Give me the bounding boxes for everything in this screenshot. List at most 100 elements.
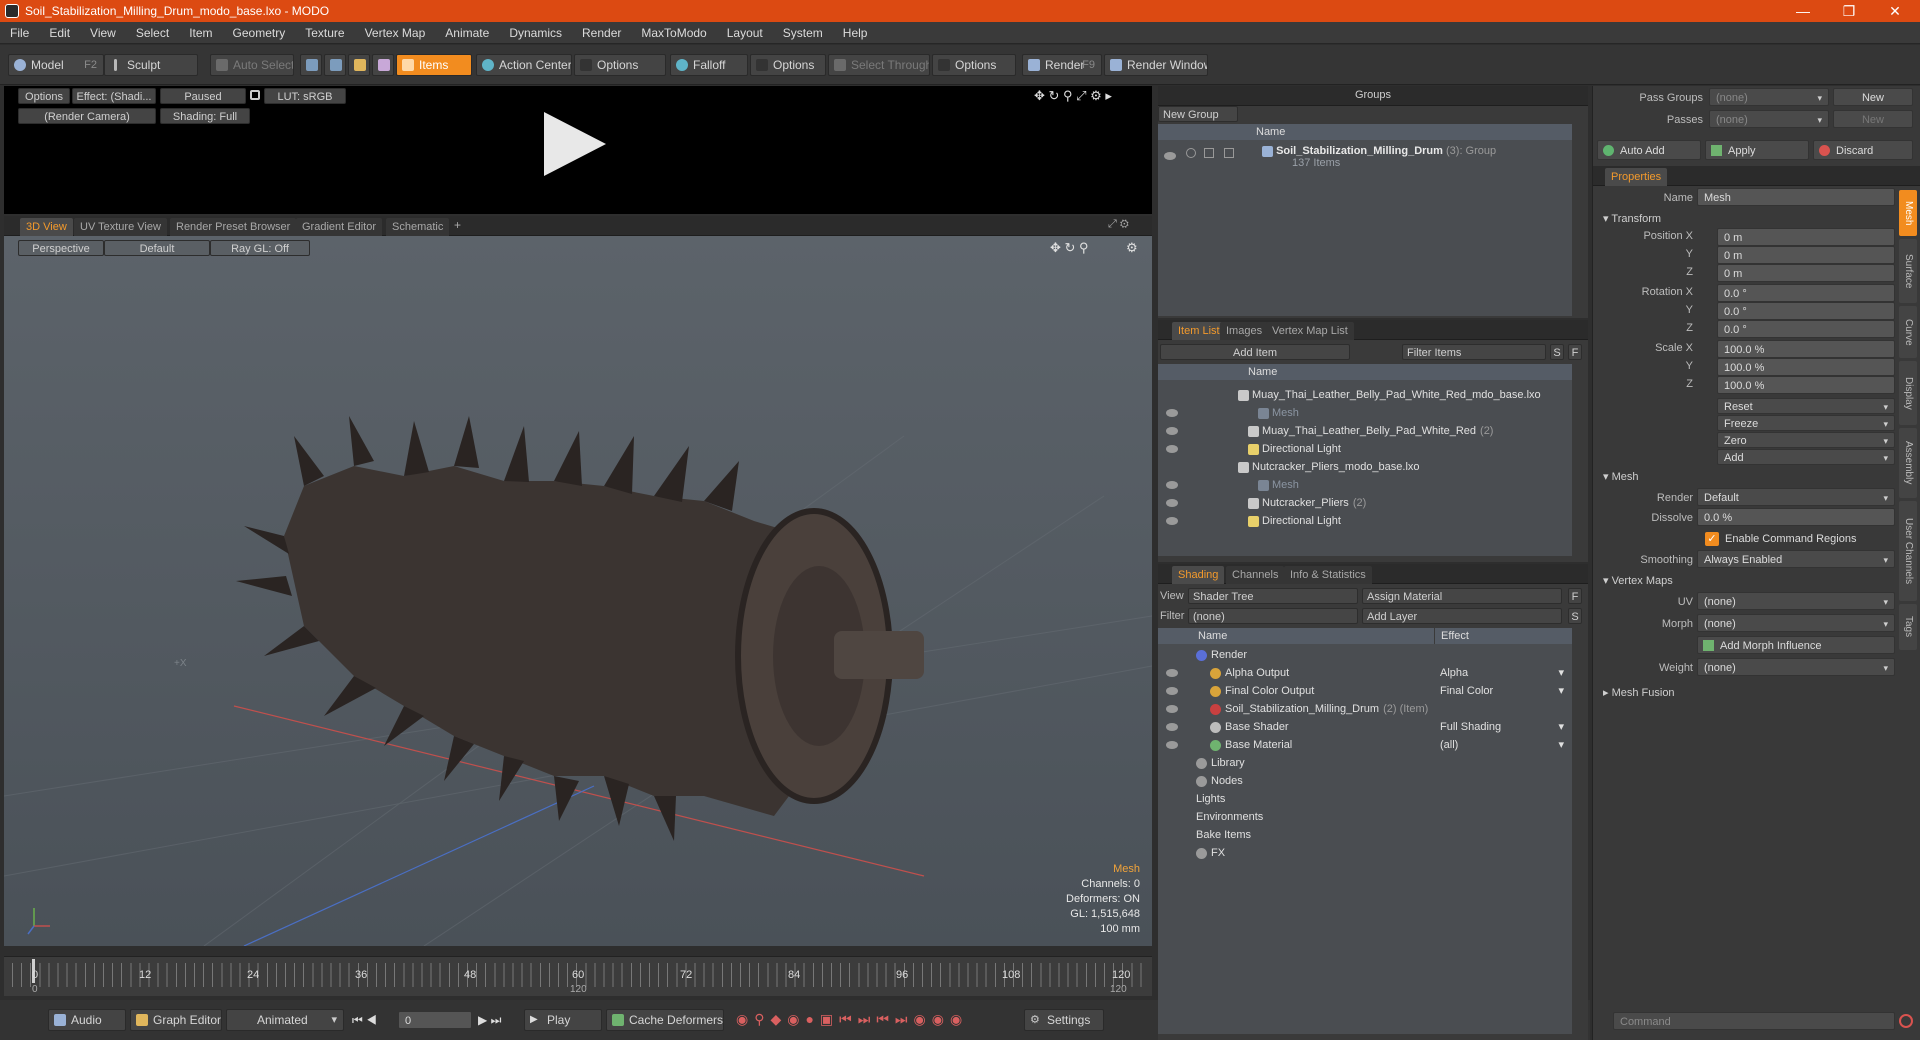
side-tab[interactable]: User Channels (1899, 501, 1917, 601)
visibility-eye-icon[interactable] (1166, 499, 1178, 507)
preview-paused-button[interactable]: Paused (160, 88, 246, 104)
auto-select-button[interactable]: Auto Select (210, 54, 294, 76)
animated-dropdown[interactable]: Animated ▾ (226, 1009, 344, 1031)
discard-button[interactable]: Discard (1813, 140, 1913, 160)
add-layer-dropdown[interactable]: Add Layer (1362, 608, 1562, 624)
item-list-f-button[interactable]: F (1568, 344, 1582, 360)
menu-geometry[interactable]: Geometry (223, 22, 296, 44)
side-tab[interactable]: Surface (1899, 239, 1917, 303)
visibility-eye-icon[interactable] (1166, 481, 1178, 489)
preview-lut-dropdown[interactable]: LUT: sRGB (264, 88, 346, 104)
action-center-options-button[interactable]: Options (574, 54, 666, 76)
shader-tree-row[interactable]: Environments (1196, 808, 1263, 826)
transform-value-field[interactable]: 0.0 ° (1717, 320, 1895, 338)
tab-shading[interactable]: Shading (1172, 566, 1225, 584)
current-frame-field[interactable]: 0 (398, 1011, 472, 1029)
vertices-mode-button[interactable] (300, 54, 322, 76)
tab-channels[interactable]: Channels (1226, 566, 1285, 584)
visibility-eye-icon[interactable] (1166, 687, 1178, 695)
materials-mode-button[interactable] (372, 54, 394, 76)
menu-render[interactable]: Render (572, 22, 631, 44)
visibility-eye-icon[interactable] (1166, 723, 1178, 731)
tab-images[interactable]: Images (1220, 322, 1269, 340)
render-toggle-icon[interactable] (1186, 148, 1196, 158)
item-list-row[interactable]: Muay_Thai_Leather_Belly_Pad_White_Red (2) (1248, 422, 1493, 440)
item-list-row[interactable]: Muay_Thai_Leather_Belly_Pad_White_Red_md… (1238, 386, 1541, 404)
item-list-row[interactable]: Directional Light (1248, 440, 1341, 458)
preview-nav-icons[interactable]: ✥ ↻ ⚲ ⤢ ⚙ ▸ (1034, 88, 1112, 104)
shader-tree-row[interactable]: Nodes (1196, 772, 1243, 790)
item-list-s-button[interactable]: S (1550, 344, 1564, 360)
menu-help[interactable]: Help (833, 22, 878, 44)
visibility-eye-icon[interactable] (1166, 705, 1178, 713)
shader-effect-dropdown[interactable]: Full Shading ▾ (1440, 718, 1566, 736)
model-mode-button[interactable]: Model F2 (8, 54, 104, 76)
tab-schematic[interactable]: Schematic (386, 218, 450, 236)
sculpt-mode-button[interactable]: Sculpt (104, 54, 198, 76)
falloff-button[interactable]: Falloff (670, 54, 748, 76)
render-window-button[interactable]: Render Window (1104, 54, 1208, 76)
filter-items-field[interactable]: Filter Items (1402, 344, 1546, 360)
visibility-eye-icon[interactable] (1166, 669, 1178, 677)
audio-button[interactable]: Audio (48, 1009, 126, 1031)
menu-file[interactable]: File (0, 22, 39, 44)
side-tab[interactable]: Curve (1899, 306, 1917, 358)
transform-value-field[interactable]: 0 m (1717, 264, 1895, 282)
command-history-icon[interactable] (1899, 1014, 1913, 1028)
pass-groups-dropdown[interactable]: (none) ▾ (1709, 88, 1829, 106)
preview-options-button[interactable]: Options (18, 88, 70, 104)
name-field[interactable]: Mesh (1697, 188, 1895, 206)
visibility-eye-icon[interactable] (1166, 427, 1178, 435)
viewport-expand-icon[interactable]: ⤢ ⚙ (1108, 218, 1129, 231)
falloff-options-button[interactable]: Options (750, 54, 826, 76)
item-list-row[interactable]: Mesh (1258, 404, 1299, 422)
shader-tree-row[interactable]: Base Material (1210, 736, 1292, 754)
timeline[interactable]: 0 12 24 36 48 60 72 84 96 108 120 0 120 … (4, 956, 1152, 996)
items-mode-button[interactable]: Items (396, 54, 472, 76)
command-input[interactable]: Command (1613, 1012, 1895, 1030)
lock-toggle-icon[interactable] (1204, 148, 1214, 158)
item-list-row[interactable]: Directional Light (1248, 512, 1341, 530)
select-through-button[interactable]: Select Through (828, 54, 930, 76)
preview-shading-dropdown[interactable]: Shading: Full (160, 108, 250, 124)
action-center-button[interactable]: Action Center (476, 54, 572, 76)
side-tab[interactable]: Mesh (1899, 190, 1917, 236)
menu-vertex-map[interactable]: Vertex Map (355, 22, 436, 44)
item-list-row[interactable]: Nutcracker_Pliers (2) (1248, 494, 1366, 512)
shader-tree-row[interactable]: Alpha Output (1210, 664, 1289, 682)
visibility-eye-icon[interactable] (1164, 152, 1176, 160)
add-item-dropdown[interactable]: Add Item (1160, 344, 1350, 360)
tab-item-list[interactable]: Item List (1172, 322, 1226, 340)
dissolve-field[interactable]: 0.0 % (1697, 508, 1895, 526)
mesh-fusion-section[interactable]: ▸ Mesh Fusion (1603, 686, 1675, 699)
side-tab[interactable]: Assembly (1899, 428, 1917, 498)
new-pass-group-button[interactable]: New (1833, 88, 1913, 106)
visibility-eye-icon[interactable] (1166, 741, 1178, 749)
mesh-section[interactable]: ▾ Mesh (1603, 470, 1638, 483)
menu-layout[interactable]: Layout (717, 22, 773, 44)
graph-editor-button[interactable]: Graph Editor (130, 1009, 222, 1031)
maximize-icon[interactable]: ❐ (1826, 0, 1872, 22)
transform-value-field[interactable]: 0.0 ° (1717, 302, 1895, 320)
tab-uv-texture-view[interactable]: UV Texture View (74, 218, 167, 236)
shader-effect-dropdown[interactable]: Final Color ▾ (1440, 682, 1566, 700)
play-preview-icon[interactable] (544, 112, 606, 176)
menu-select[interactable]: Select (126, 22, 179, 44)
vertex-maps-section[interactable]: ▾ Vertex Maps (1603, 574, 1673, 587)
lock-icon[interactable] (250, 90, 260, 100)
add-morph-influence-button[interactable]: Add Morph Influence (1697, 636, 1895, 654)
auto-add-button[interactable]: Auto Add (1597, 140, 1701, 160)
render-dropdown[interactable]: Default ▾ (1697, 488, 1895, 506)
transform-action-dropdown[interactable]: Zero ▾ (1717, 432, 1895, 448)
add-tab-icon[interactable]: + (454, 218, 461, 232)
new-group-button[interactable]: New Group (1158, 106, 1238, 122)
side-tab[interactable]: Tags (1899, 604, 1917, 650)
filter-dropdown[interactable]: (none) (1188, 608, 1358, 624)
polygons-mode-button[interactable] (348, 54, 370, 76)
tab-properties[interactable]: Properties (1605, 168, 1668, 186)
enable-command-regions-checkbox[interactable]: ✓ (1705, 532, 1719, 546)
menu-system[interactable]: System (773, 22, 833, 44)
shader-tree-row[interactable]: Library (1196, 754, 1245, 772)
transform-action-dropdown[interactable]: Reset ▾ (1717, 398, 1895, 414)
shader-tree-row[interactable]: FX (1196, 844, 1225, 862)
